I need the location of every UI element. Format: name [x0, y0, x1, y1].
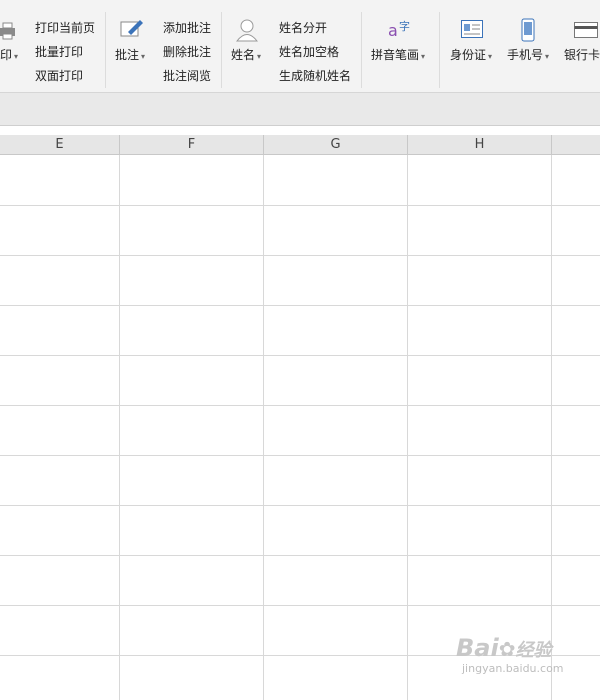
id-card-button[interactable]: 身份证 ▾	[450, 48, 492, 64]
phone-number-button[interactable]: 手机号 ▾	[507, 48, 549, 64]
chevron-down-icon: ▾	[14, 52, 19, 61]
random-name-button[interactable]: 生成随机姓名	[279, 69, 351, 83]
delete-comment-button[interactable]: 删除批注	[163, 45, 211, 59]
name-add-space-button[interactable]: 姓名加空格	[279, 45, 339, 59]
printer-icon[interactable]	[0, 22, 16, 44]
watermark-url: jingyan.baidu.com	[462, 662, 564, 675]
id-card-icon[interactable]	[461, 20, 483, 44]
paw-icon: ✿	[498, 637, 516, 661]
view-comments-button[interactable]: 批注阅览	[163, 69, 211, 83]
column-header-next[interactable]	[552, 135, 600, 155]
add-comment-button[interactable]: 添加批注	[163, 21, 211, 35]
bank-card-button[interactable]: 银行卡	[564, 48, 600, 62]
chevron-down-icon: ▾	[488, 52, 493, 61]
pinyin-stroke-button[interactable]: 拼音笔画 ▾	[371, 48, 425, 64]
duplex-print-button[interactable]: 双面打印	[35, 69, 83, 83]
comment-button[interactable]: 批注 ▾	[115, 48, 145, 64]
ribbon-toolbar: 印 ▾ 打印当前页 批量打印 双面打印 批注 ▾ 添加批注 删除批注 批注阅览 姓名…	[0, 0, 600, 93]
chevron-down-icon: ▾	[421, 52, 426, 61]
column-header-h[interactable]: H	[408, 135, 552, 155]
watermark-brand: Bai	[456, 634, 499, 662]
bank-card-icon[interactable]	[574, 22, 598, 42]
column-header-g[interactable]: G	[264, 135, 408, 155]
separator	[221, 12, 222, 88]
separator	[439, 12, 440, 88]
watermark-brand2: 经验	[515, 640, 552, 661]
separator	[361, 12, 362, 88]
chevron-down-icon: ▾	[545, 52, 550, 61]
separator	[105, 12, 106, 88]
split-name-button[interactable]: 姓名分开	[279, 21, 327, 35]
svg-text:a: a	[388, 21, 398, 40]
formula-bar[interactable]	[0, 93, 600, 126]
pinyin-icon[interactable]: a字	[388, 18, 412, 46]
watermark: Bai✿经验 jingyan.baidu.com	[456, 634, 564, 675]
chevron-down-icon: ▾	[257, 52, 262, 61]
print-button[interactable]: 印 ▾	[0, 48, 18, 64]
person-icon[interactable]	[235, 18, 259, 46]
print-current-page-button[interactable]: 打印当前页	[35, 21, 95, 35]
comment-edit-icon[interactable]	[120, 18, 144, 44]
chevron-down-icon: ▾	[141, 52, 146, 61]
svg-text:字: 字	[399, 19, 410, 33]
column-header-f[interactable]: F	[120, 135, 264, 155]
name-button[interactable]: 姓名 ▾	[231, 48, 261, 64]
column-header-e[interactable]: E	[0, 135, 120, 155]
mobile-phone-icon[interactable]	[521, 18, 535, 46]
batch-print-button[interactable]: 批量打印	[35, 45, 83, 59]
spreadsheet-grid[interactable]	[0, 155, 600, 700]
